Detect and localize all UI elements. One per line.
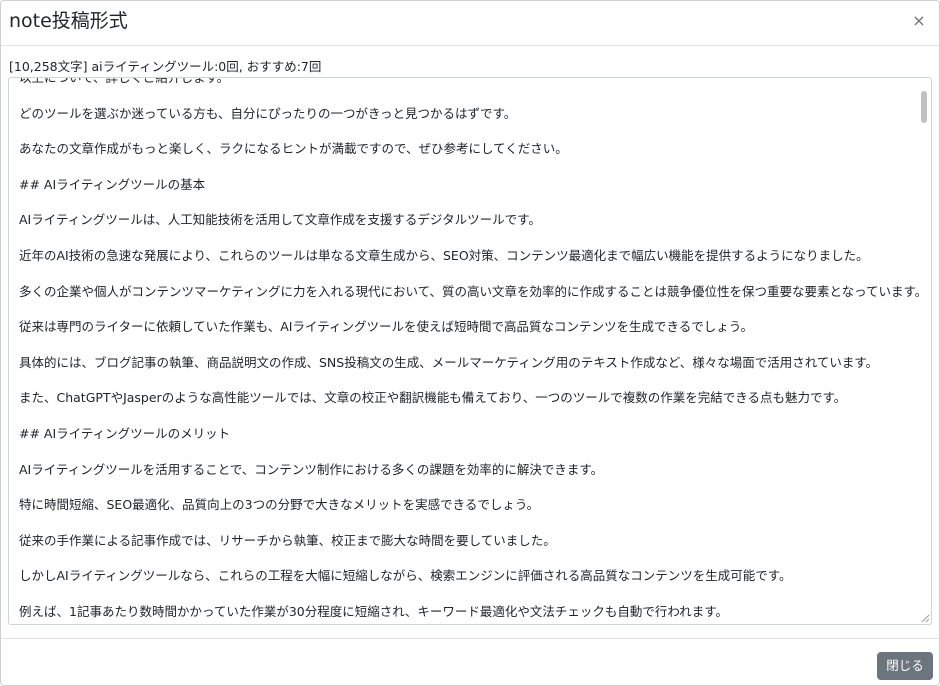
modal-header: note投稿形式 × [1, 1, 939, 46]
text-line: 具体的には、ブログ記事の執筆、商品説明文の作成、SNS投稿文の生成、メールマーケ… [19, 354, 879, 370]
text-line: AIライティングツールは、人工知能技術を活用して文章作成を支援するデジタルツール… [19, 212, 541, 228]
textarea-content: 以上について、詳しくご紹介します。 どのツールを選ぶか迷っている方も、自分にぴっ… [19, 77, 928, 624]
modal-footer: 閉じる [1, 638, 939, 686]
modal-body: [10,258文字] aiライティングツール:0回, おすすめ:7回 以上につい… [1, 46, 939, 638]
scrollbar-thumb[interactable] [921, 91, 927, 123]
content-textarea[interactable]: 以上について、詳しくご紹介します。 どのツールを選ぶか迷っている方も、自分にぴっ… [8, 77, 932, 625]
resize-handle-icon[interactable] [920, 613, 930, 623]
close-icon[interactable]: × [909, 11, 929, 31]
text-line: 特に時間短縮、SEO最適化、品質向上の3つの分野で大きなメリットを実感できるでし… [19, 497, 540, 513]
text-line: AIライティングツールを活用することで、コンテンツ制作における多くの課題を効率的… [19, 461, 604, 477]
modal-title: note投稿形式 [9, 10, 128, 32]
text-line: 従来は専門のライターに依頼していた作業も、AIライティングツールを使えば短時間で… [19, 319, 753, 335]
note-format-modal: note投稿形式 × [10,258文字] aiライティングツール:0回, おす… [0, 0, 940, 686]
text-line: 近年のAI技術の急速な発展により、これらのツールは単なる文章生成から、SEO対策… [19, 247, 869, 263]
text-line: 多くの企業や個人がコンテンツマーケティングに力を入れる現代において、質の高い文章… [19, 283, 928, 299]
text-line: また、ChatGPTやJasperのような高性能ツールでは、文章の校正や翻訳機能… [19, 390, 847, 406]
text-line: あなたの文章作成がもっと楽しく、ラクになるヒントが満載ですので、ぜひ参考にしてく… [19, 141, 568, 157]
vertical-scrollbar[interactable] [918, 79, 930, 609]
text-line: ## AIライティングツールの基本 [19, 176, 206, 192]
text-line: 以上について、詳しくご紹介します。 [19, 77, 230, 85]
close-button[interactable]: 閉じる [877, 652, 933, 680]
text-line: しかしAIライティングツールなら、これらの工程を大幅に短縮しながら、検索エンジン… [19, 568, 792, 584]
text-line: 例えば、1記事あたり数時間かかっていた作業が30分程度に短縮され、キーワード最適… [19, 603, 728, 619]
text-line: ## AIライティングツールのメリット [19, 425, 231, 441]
character-count-info: [10,258文字] aiライティングツール:0回, おすすめ:7回 [9, 59, 322, 74]
text-line: どのツールを選ぶか迷っている方も、自分にぴったりの一つがきっと見つかるはずです。 [19, 105, 517, 121]
text-line: 従来の手作業による記事作成では、リサーチから執筆、校正まで膨大な時間を要していま… [19, 532, 556, 548]
